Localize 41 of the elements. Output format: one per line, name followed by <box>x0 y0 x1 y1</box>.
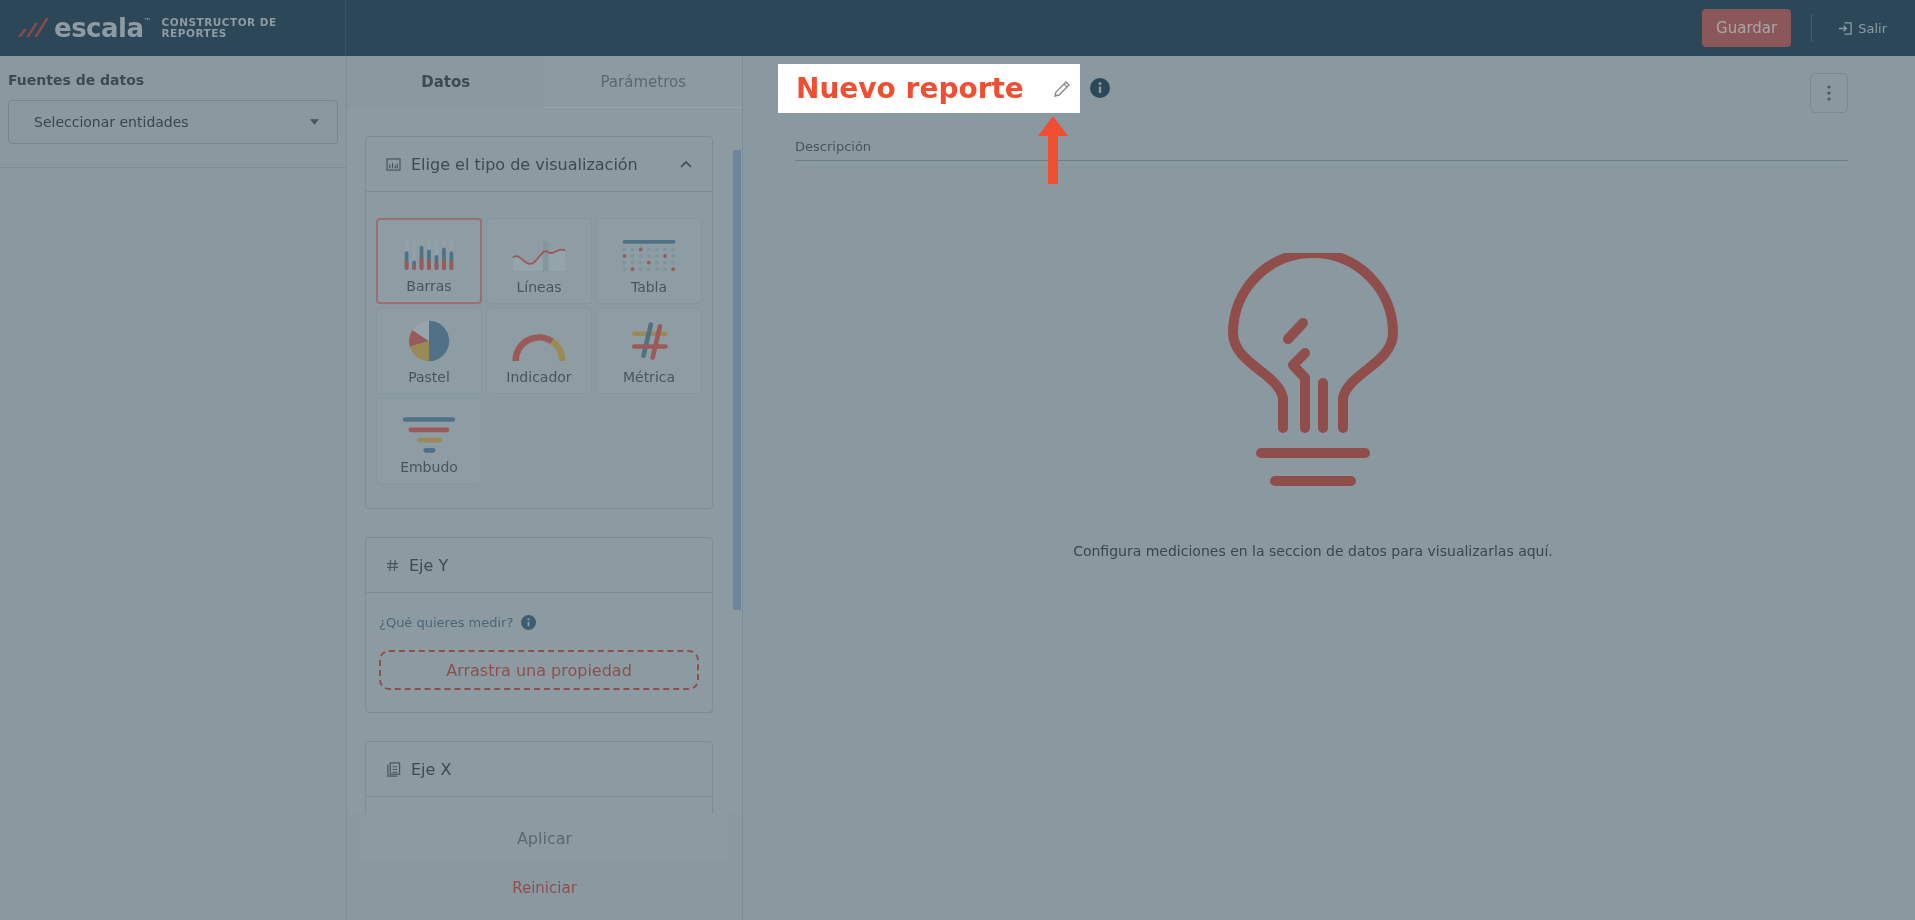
chart-type-option[interactable]: Pastel <box>376 308 482 394</box>
table-icon <box>620 239 678 273</box>
exit-button[interactable]: Salir <box>1832 19 1893 37</box>
product-name: CONSTRUCTOR DE REPORTES <box>161 17 278 39</box>
report-title: Nuevo reporte <box>796 71 1024 105</box>
section-title: Fuentes de datos <box>8 72 146 88</box>
dropdown-caret-icon <box>310 119 319 125</box>
kebab-menu-icon <box>1827 85 1831 101</box>
logo-icon <box>16 17 50 39</box>
entity-select[interactable]: Seleccionar entidades <box>8 100 338 144</box>
exit-icon <box>1838 20 1854 36</box>
description-field[interactable]: Descripción <box>795 135 1848 161</box>
chevron-icon[interactable] <box>680 160 692 168</box>
line-chart-icon <box>511 239 567 273</box>
empty-state-message: Configura mediciones en la seccion de datos para visualizarlas aquí. <box>1073 543 1553 559</box>
card-title: Elige el tipo de visualización <box>411 154 638 174</box>
copy-icon <box>386 761 401 777</box>
card-title: Eje X <box>411 759 452 779</box>
chart-type-option[interactable]: Embudo <box>376 398 482 484</box>
drop-zone[interactable]: Arrastra una propiedad <box>379 650 699 690</box>
reset-button[interactable]: Reiniciar <box>361 862 728 914</box>
chart-type-option[interactable]: Líneas <box>486 218 592 304</box>
hash-icon <box>386 558 399 572</box>
scrollbar-thumb[interactable] <box>733 150 741 610</box>
chart-type-option[interactable]: Barras <box>376 218 482 304</box>
chart-type-option[interactable]: Métrica <box>596 308 702 394</box>
info-icon[interactable] <box>1089 78 1110 98</box>
pie-chart-icon <box>407 319 451 363</box>
card-title: Eje Y <box>409 555 449 575</box>
save-button[interactable]: Guardar <box>1702 9 1792 47</box>
trademark-sign: ™ <box>143 17 152 26</box>
pointer-arrow <box>1037 115 1068 184</box>
chart-type-option[interactable]: Tabla <box>596 218 702 304</box>
info-icon[interactable] <box>521 615 537 630</box>
image-icon <box>386 157 401 171</box>
funnel-icon <box>401 415 457 453</box>
field-label: ¿Qué quieres medir? <box>379 615 514 630</box>
chart-type-option[interactable]: Indicador <box>486 308 592 394</box>
gauge-icon <box>511 331 567 363</box>
edit-icon[interactable] <box>1051 79 1072 99</box>
brand-name: escala <box>54 13 144 43</box>
